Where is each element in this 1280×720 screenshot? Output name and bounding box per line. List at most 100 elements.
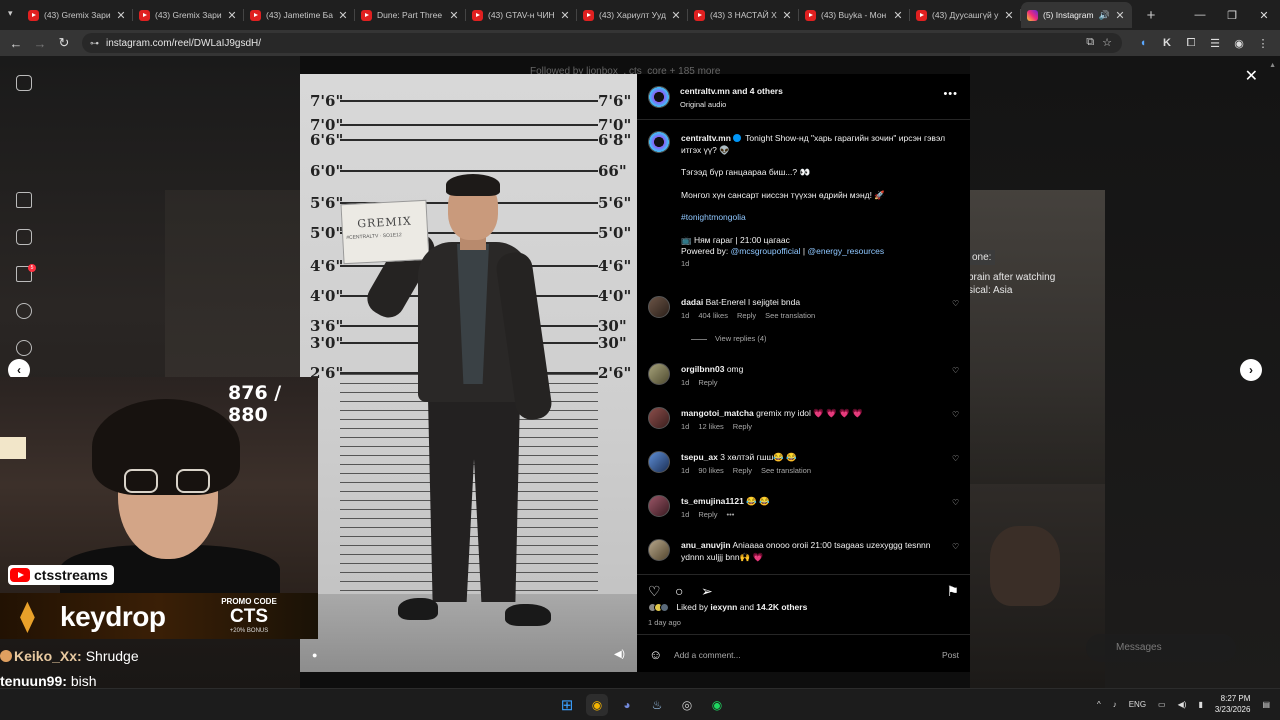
next-reel-button[interactable]: › [1240,359,1262,381]
mention-energy-resources[interactable]: @energy_resources [807,246,884,256]
tab[interactable]: (43) Gremix Зари ✕ [133,2,244,28]
messages-button[interactable]: Messages [1086,634,1236,662]
see-translation-link[interactable]: See translation [765,311,815,320]
share-icon[interactable]: ➢ [701,583,713,600]
commenter-avatar[interactable] [648,495,670,517]
tab[interactable]: (43) Buyka - Мон ✕ [799,2,910,28]
comment-like-heart-icon[interactable]: ♡ [952,366,961,375]
mention-mcsgroup[interactable]: @mcsgroupofficial [731,246,801,256]
bookmark-star-icon[interactable]: ☆ [1102,36,1112,49]
discord-icon[interactable]: ◕ [616,694,638,716]
microphone-icon[interactable]: ♪ [1113,700,1117,709]
comment-username[interactable]: dadai [681,297,703,307]
tab-active[interactable]: (5) Instagram 🔊 ✕ [1021,2,1132,28]
notifications-icon[interactable]: ▤ [1262,700,1270,709]
search-icon[interactable] [16,303,32,319]
comment-username[interactable]: mangotoi_matcha [681,408,754,418]
like-heart-icon[interactable]: ♡ [648,583,661,600]
comment-likes[interactable]: 404 likes [698,311,728,320]
extension-k-icon[interactable]: K [1158,34,1176,52]
reply-button[interactable]: Reply [733,466,752,475]
reading-list-icon[interactable]: ☰ [1206,34,1224,52]
explore-icon[interactable] [16,340,32,356]
save-bookmark-icon[interactable]: ⚑ [946,583,959,600]
restore-icon[interactable]: ❐ [1216,0,1248,30]
tab-close-icon[interactable]: ✕ [892,9,904,22]
comment-icon[interactable]: ○ [675,583,683,599]
forward-icon[interactable]: → [28,36,52,51]
post-author[interactable]: centraltv.mn and 4 others [680,86,783,96]
profile-avatar-icon[interactable]: ◉ [1230,34,1248,52]
likes-count[interactable]: 14.2K others [756,602,807,612]
scrollbar-up-icon[interactable]: ▲ [1269,62,1276,69]
battery-icon[interactable]: ▮ [1198,700,1202,709]
obs-icon[interactable]: ◎ [676,694,698,716]
original-audio-link[interactable]: Original audio [680,100,726,109]
close-window-icon[interactable]: ✕ [1248,0,1280,30]
commenter-avatar[interactable] [648,451,670,473]
tray-overflow-icon[interactable]: ^ [1097,700,1101,709]
extension-audio-icon[interactable]: ◖ [1134,34,1152,52]
reply-button[interactable]: Reply [698,510,717,519]
spotify-icon[interactable]: ◉ [706,694,728,716]
tab-close-icon[interactable]: ✕ [1114,9,1126,22]
reel-video[interactable]: 7'6" 7'6" 7'0" 7'0" 6'6" 6'8" 6'0" 66" 5'6" 5'6" 5… [300,74,637,672]
tab-audio-icon[interactable]: 🔊 [1099,10,1110,21]
more-options-icon[interactable]: ••• [943,88,958,100]
tab[interactable]: (43) Дуусашгүй у ✕ [910,2,1021,28]
comment-like-heart-icon[interactable]: ♡ [952,498,961,507]
reels-icon[interactable] [16,229,32,245]
comment-username[interactable]: anu_anuvjin [681,540,731,550]
commenter-avatar[interactable] [648,363,670,385]
tab[interactable]: (43) Gremix Зари ✕ [22,2,133,28]
tab[interactable]: (43) GTAV-н ЧИН ✕ [466,2,577,28]
chrome-icon[interactable]: ◉ [586,694,608,716]
language-indicator[interactable]: ENG [1129,700,1146,709]
comment-like-heart-icon[interactable]: ♡ [952,542,961,551]
add-comment-input[interactable]: Add a comment... [674,650,741,660]
emoji-icon[interactable]: ☺ [649,647,662,662]
post-coauthors[interactable]: and 4 others [732,86,783,96]
address-bar[interactable]: ⊶ instagram.com/reel/DWLaIJ9gsdH/ ⧉ ☆ [82,33,1122,53]
steam-icon[interactable]: ♨ [646,694,668,716]
browser-menu-icon[interactable]: ⋮ [1254,34,1272,52]
post-comment-button[interactable]: Post [942,650,959,660]
comment-like-heart-icon[interactable]: ♡ [952,410,961,419]
liked-by-user[interactable]: iexynn [710,602,737,612]
tab[interactable]: Dune: Part Three ✕ [355,2,466,28]
install-app-icon[interactable]: ⧉ [1086,36,1094,49]
volume-tray-icon[interactable]: ◀) [1178,700,1187,709]
tab-close-icon[interactable]: ✕ [670,9,682,22]
caption-username[interactable]: centraltv.mn [681,133,731,143]
see-translation-link[interactable]: See translation [761,466,811,475]
post-author-name[interactable]: centraltv.mn [680,86,730,96]
site-info-icon[interactable]: ⊶ [90,38,99,49]
tab-close-icon[interactable]: ✕ [1003,9,1015,22]
tab[interactable]: (43) Хариулт Ууд ✕ [577,2,688,28]
tab-close-icon[interactable]: ✕ [559,9,571,22]
tab-close-icon[interactable]: ✕ [115,9,127,22]
view-replies-link[interactable]: View replies (4) [691,334,767,343]
home-icon[interactable] [16,192,32,208]
commenter-avatar[interactable] [648,296,670,318]
caption-avatar[interactable] [648,131,670,153]
tab-close-icon[interactable]: ✕ [226,9,238,22]
comment-likes[interactable]: 12 likes [698,422,723,431]
network-icon[interactable]: ▭ [1158,700,1166,709]
tab-close-icon[interactable]: ✕ [781,9,793,22]
tab-close-icon[interactable]: ✕ [337,9,349,22]
new-tab-button[interactable]: + [1140,7,1162,24]
clock[interactable]: 8:27 PM 3/23/2026 [1215,693,1251,715]
back-icon[interactable]: ← [4,36,28,51]
instagram-logo-icon[interactable] [16,75,32,91]
tab-search-icon[interactable]: ▾ [8,8,13,19]
comment-username[interactable]: ts_emujina1121 [681,496,744,506]
reply-button[interactable]: Reply [698,378,717,387]
windows-start-icon[interactable]: ⊞ [556,694,578,716]
reply-button[interactable]: Reply [733,422,752,431]
minimize-icon[interactable]: — [1184,0,1216,30]
comment-username[interactable]: tsepu_ax [681,452,718,462]
comment-username[interactable]: orgilbnn03 [681,364,724,374]
comment-like-heart-icon[interactable]: ♡ [952,454,961,463]
tab-close-icon[interactable]: ✕ [448,9,460,22]
